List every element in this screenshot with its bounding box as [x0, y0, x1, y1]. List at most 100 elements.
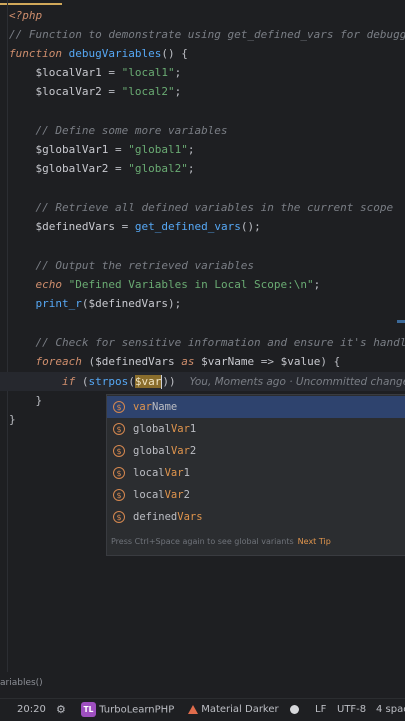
code-line-11[interactable]: // Retrieve all defined variables in the…: [9, 198, 393, 217]
variable: $definedVars: [36, 220, 115, 233]
keyword-echo: echo: [36, 278, 63, 291]
completion-rest: global: [133, 445, 171, 457]
code-line-21[interactable]: }: [9, 391, 42, 410]
code-line-8[interactable]: $globalVar1 = "global1";: [9, 140, 194, 159]
completion-rest: local: [133, 467, 165, 479]
variable: $globalVar1: [36, 143, 109, 156]
code-line-4[interactable]: $localVar1 = "local1";: [9, 63, 181, 82]
code-line-14[interactable]: // Output the retrieved variables: [9, 256, 254, 275]
completion-item[interactable]: $ localVar2: [107, 484, 405, 506]
typed-variable[interactable]: $var: [135, 375, 162, 388]
string-literal: "global1": [128, 143, 188, 156]
function-call: strpos: [88, 375, 128, 388]
function-name: debugVariables: [69, 47, 162, 60]
indent-setting[interactable]: 4 spac: [376, 702, 405, 718]
code-line-12[interactable]: $definedVars = get_defined_vars();: [9, 217, 261, 236]
punctuation: () {: [161, 47, 188, 60]
string-literal: "local1": [122, 66, 175, 79]
tab-indicator: [0, 3, 62, 5]
code-line-3[interactable]: function debugVariables() {: [9, 44, 188, 63]
status-dot-icon: [290, 705, 299, 714]
completion-match: Var: [171, 445, 190, 457]
variable: $localVar1: [36, 66, 102, 79]
completion-rest: global: [133, 423, 171, 435]
comment: // Function to demonstrate using get_def…: [9, 28, 405, 41]
completion-rest: 2: [184, 489, 190, 501]
closing-brace: }: [9, 413, 16, 426]
code-editor[interactable]: <?php // Function to demonstrate using g…: [0, 0, 405, 672]
git-blame-inlay[interactable]: You, Moments ago · Uncommitted changes: [190, 376, 405, 388]
file-encoding[interactable]: UTF-8: [337, 702, 366, 718]
variable-symbol-icon: $: [113, 401, 125, 413]
completion-rest: 1: [190, 423, 196, 435]
closing-brace: }: [36, 394, 43, 407]
completion-rest: 1: [184, 467, 190, 479]
completion-label: localVar1: [133, 467, 190, 479]
code-line-9[interactable]: $globalVar2 = "global2";: [9, 159, 194, 178]
bug-icon[interactable]: ⚙: [56, 702, 66, 718]
completion-item[interactable]: $ definedVars: [107, 506, 405, 528]
circle-status-icon[interactable]: [290, 702, 299, 718]
completion-match: Var: [165, 467, 184, 479]
variable: $definedVars: [95, 355, 174, 368]
completion-match: Var: [171, 423, 190, 435]
completion-label: localVar2: [133, 489, 190, 501]
string-literal: "local2": [122, 85, 175, 98]
variable: $definedVars: [88, 297, 167, 310]
gutter-divider: [7, 0, 8, 672]
code-line-2[interactable]: // Function to demonstrate using get_def…: [9, 25, 405, 44]
completion-item[interactable]: $ localVar1: [107, 462, 405, 484]
variable-symbol-icon: $: [113, 445, 125, 457]
completion-label: varName: [133, 401, 177, 413]
code-line-19[interactable]: foreach ($definedVars as $varName => $va…: [9, 352, 340, 371]
php-open-tag: <?php: [9, 9, 42, 22]
variable: $varName: [201, 355, 254, 368]
variable: $localVar2: [36, 85, 102, 98]
completion-popup[interactable]: $ varName $ globalVar1 $ globalVar2 $ lo…: [106, 394, 405, 556]
code-line-22[interactable]: }: [9, 410, 16, 429]
code-line-20[interactable]: if (strpos($var))You, Moments ago · Unco…: [9, 372, 405, 391]
code-line-18[interactable]: // Check for sensitive information and e…: [9, 333, 405, 352]
variable-symbol-icon: $: [113, 423, 125, 435]
completion-item[interactable]: $ globalVar2: [107, 440, 405, 462]
theme-name: Material Darker: [201, 704, 278, 715]
caret-position[interactable]: 20:20: [17, 702, 46, 718]
code-line-7[interactable]: // Define some more variables: [9, 121, 228, 140]
code-line-16[interactable]: print_r($definedVars);: [9, 294, 181, 313]
code-line-1[interactable]: <?php: [9, 6, 42, 25]
line-ending[interactable]: LF: [315, 702, 326, 718]
function-call: get_defined_vars: [135, 220, 241, 233]
keyword-function: function: [9, 47, 62, 60]
plugin-name: TurboLearnPHP: [99, 705, 174, 716]
keyword-foreach: foreach: [36, 355, 82, 368]
completion-item[interactable]: $ varName: [107, 396, 405, 418]
material-theme-icon: [188, 705, 198, 714]
completion-label: globalVar2: [133, 445, 196, 457]
string-literal: "global2": [128, 162, 188, 175]
text-caret: [161, 375, 162, 389]
code-line-15[interactable]: echo "Defined Variables in Local Scope:\…: [9, 275, 320, 294]
completion-hint: Press Ctrl+Space again to see global var…: [111, 537, 294, 546]
theme-widget[interactable]: Material Darker: [188, 702, 279, 718]
completion-item[interactable]: $ globalVar1: [107, 418, 405, 440]
next-tip-link[interactable]: Next Tip: [298, 537, 331, 546]
completion-match: Vars: [177, 511, 202, 523]
completion-match: Var: [165, 489, 184, 501]
completion-label: definedVars: [133, 511, 203, 523]
completion-label: globalVar1: [133, 423, 196, 435]
variable-symbol-icon: $: [113, 489, 125, 501]
function-call: print_r: [36, 297, 82, 310]
variable: $globalVar2: [36, 162, 109, 175]
keyword-as: as: [181, 355, 194, 368]
completion-rest: 2: [190, 445, 196, 457]
code-line-5[interactable]: $localVar2 = "local2";: [9, 82, 181, 101]
variable-symbol-icon: $: [113, 467, 125, 479]
completion-footer: Press Ctrl+Space again to see global var…: [111, 537, 331, 551]
comment: // Check for sensitive information and e…: [36, 336, 405, 349]
plugin-widget[interactable]: TL TurboLearnPHP: [81, 702, 174, 718]
completion-rest: defined: [133, 511, 177, 523]
breadcrumb[interactable]: ariables(): [0, 678, 43, 694]
variable-symbol-icon: $: [113, 511, 125, 523]
scrollbar-marker[interactable]: [397, 320, 405, 323]
string-literal: "Defined Variables in Local Scope:\n": [69, 278, 314, 291]
